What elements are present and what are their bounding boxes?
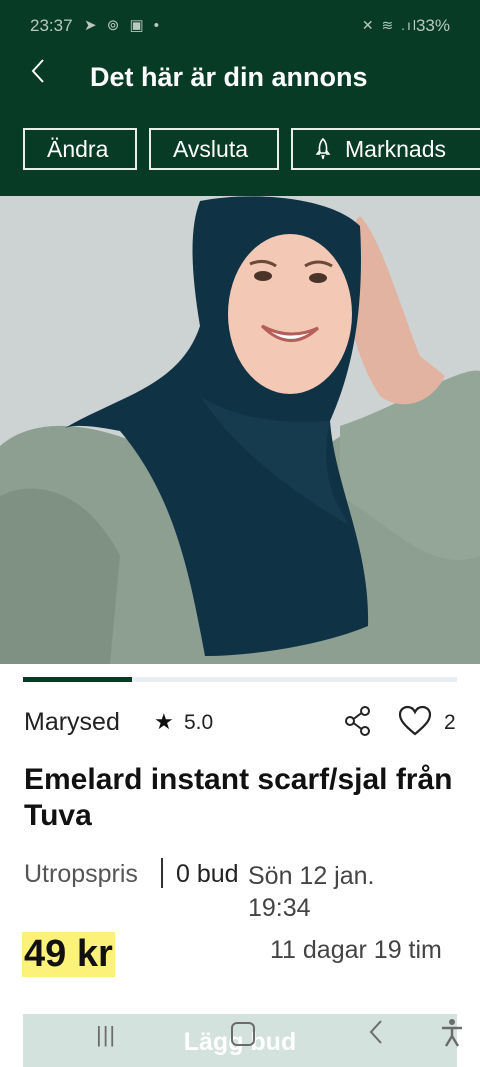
home-icon[interactable] [231,1022,255,1046]
back-chevron-icon[interactable] [30,58,46,90]
listing-title: Emelard instant scarf/sjal från Tuva [24,763,453,832]
battery-level: 33% [415,16,450,35]
divider [161,858,163,888]
favorite-count: 2 [444,711,456,734]
marketing-button[interactable]: Marknads [291,128,480,170]
bid-count: 0 bud [176,860,239,888]
action-buttons: Ändra Avsluta Marknads [23,128,480,174]
time-left: 11 dagar 19 tim [270,936,442,964]
price: 49 kr [22,932,115,977]
status-bar: 23:37 ➤ ⊚ ▣ • ✕ ≋ .ıl 33% [0,0,480,52]
edit-button-label: Ändra [47,135,109,162]
status-time: 23:37 [30,16,73,35]
page-title: Det här är din annons [90,62,368,92]
seller-name[interactable]: Marysed [24,708,120,737]
share-icon[interactable] [343,705,373,737]
heart-icon[interactable] [398,705,432,737]
listing-photo[interactable] [0,196,480,664]
end-listing-label: Avsluta [173,135,249,162]
product-image [0,196,480,664]
end-listing-button[interactable]: Avsluta [149,128,279,170]
signal-icons: ✕ ≋ .ıl [361,17,418,33]
notification-icons: ➤ ⊚ ▣ • [84,17,163,34]
nav-back-icon[interactable] [368,1018,384,1046]
recent-apps-icon[interactable]: ||| [96,1022,116,1048]
image-progress-fill [23,677,132,682]
star-icon: ★ [154,709,174,734]
edit-button[interactable]: Ändra [23,128,137,170]
marketing-button-label: Marknads [345,135,446,162]
rocket-icon [315,138,331,160]
seller-rating: 5.0 [184,711,214,734]
image-progress-bar [23,677,457,682]
price-type: Utropspris [24,860,138,888]
end-date: Sön 12 jan. 19:34 [248,862,375,922]
accessibility-icon[interactable] [440,1018,464,1048]
header-bar: 23:37 ➤ ⊚ ▣ • ✕ ≋ .ıl 33% Det här är din… [0,0,480,196]
